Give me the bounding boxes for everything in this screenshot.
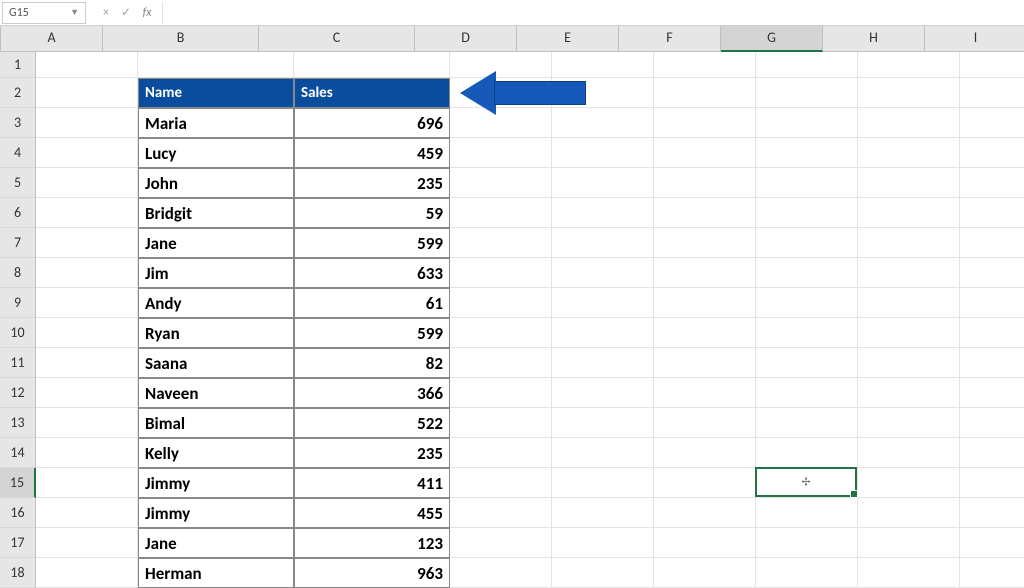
column-header-C[interactable]: C xyxy=(259,26,415,52)
table-cell-name[interactable]: Jimmy xyxy=(138,468,294,498)
fx-icon[interactable]: fx xyxy=(136,6,158,20)
row-header-3[interactable]: 3 xyxy=(0,108,36,138)
table-cell-name[interactable]: John xyxy=(138,168,294,198)
table-cell-name[interactable]: Bridgit xyxy=(138,198,294,228)
table-cell-sales[interactable]: 235 xyxy=(294,168,450,198)
row-header-17[interactable]: 17 xyxy=(0,528,36,558)
column-header-I[interactable]: I xyxy=(925,26,1024,52)
row-header-6[interactable]: 6 xyxy=(0,198,36,228)
table-cell-name[interactable]: Kelly xyxy=(138,438,294,468)
table-cell-name[interactable]: Herman xyxy=(138,558,294,588)
table-cell-sales[interactable]: 123 xyxy=(294,528,450,558)
table-cell-name[interactable]: Maria xyxy=(138,108,294,138)
table-cell-sales[interactable]: 235 xyxy=(294,438,450,468)
table-cell-sales[interactable]: 963 xyxy=(294,558,450,588)
row-header-8[interactable]: 8 xyxy=(0,258,36,288)
row-header-5[interactable]: 5 xyxy=(0,168,36,198)
row-header-13[interactable]: 13 xyxy=(0,408,36,438)
column-headers: ABCDEFGHI xyxy=(1,26,1024,52)
name-box-dropdown-icon[interactable]: ▼ xyxy=(70,2,79,24)
table-cell-name[interactable]: Jane xyxy=(138,528,294,558)
column-header-D[interactable]: D xyxy=(415,26,517,52)
table-cell-sales[interactable]: 366 xyxy=(294,378,450,408)
table-cell-sales[interactable]: 599 xyxy=(294,318,450,348)
row-header-1[interactable]: 1 xyxy=(0,52,36,78)
row-headers: 123456789101112131415161718 xyxy=(0,52,36,588)
formula-bar: G15 ▼ × ✓ fx xyxy=(0,0,1024,26)
column-header-A[interactable]: A xyxy=(1,26,103,52)
row-header-4[interactable]: 4 xyxy=(0,138,36,168)
table-cell-name[interactable]: Bimal xyxy=(138,408,294,438)
row-header-12[interactable]: 12 xyxy=(0,378,36,408)
table-cell-name[interactable]: Lucy xyxy=(138,138,294,168)
table-cell-sales[interactable]: 411 xyxy=(294,468,450,498)
table-header-name[interactable]: Name xyxy=(138,78,294,108)
column-header-G[interactable]: G xyxy=(721,26,823,52)
table-cell-sales[interactable]: 59 xyxy=(294,198,450,228)
row-header-11[interactable]: 11 xyxy=(0,348,36,378)
row-header-9[interactable]: 9 xyxy=(0,288,36,318)
table-cell-sales[interactable]: 633 xyxy=(294,258,450,288)
formula-input[interactable] xyxy=(162,2,1024,24)
formula-confirm-icon: ✓ xyxy=(116,5,136,20)
table-cell-name[interactable]: Jimmy xyxy=(138,498,294,528)
row-header-7[interactable]: 7 xyxy=(0,228,36,258)
row-header-10[interactable]: 10 xyxy=(0,318,36,348)
table-cell-sales[interactable]: 696 xyxy=(294,108,450,138)
cell-grid[interactable]: NameSalesMaria696Lucy459John235Bridgit59… xyxy=(36,52,1024,588)
name-box[interactable]: G15 ▼ xyxy=(2,2,86,24)
table-cell-name[interactable]: Saana xyxy=(138,348,294,378)
row-header-15[interactable]: 15 xyxy=(0,468,36,498)
column-header-E[interactable]: E xyxy=(517,26,619,52)
table-cell-sales[interactable]: 61 xyxy=(294,288,450,318)
table-cell-sales[interactable]: 599 xyxy=(294,228,450,258)
table-cell-sales[interactable]: 82 xyxy=(294,348,450,378)
row-header-16[interactable]: 16 xyxy=(0,498,36,528)
table-cell-name[interactable]: Jim xyxy=(138,258,294,288)
row-header-2[interactable]: 2 xyxy=(0,78,36,108)
column-header-F[interactable]: F xyxy=(619,26,721,52)
formula-cancel-icon: × xyxy=(96,6,116,20)
table-cell-name[interactable]: Naveen xyxy=(138,378,294,408)
table-cell-name[interactable]: Ryan xyxy=(138,318,294,348)
table-header-sales[interactable]: Sales xyxy=(294,78,450,108)
column-header-B[interactable]: B xyxy=(103,26,259,52)
column-header-H[interactable]: H xyxy=(823,26,925,52)
row-header-18[interactable]: 18 xyxy=(0,558,36,588)
table-cell-sales[interactable]: 455 xyxy=(294,498,450,528)
table-cell-sales[interactable]: 522 xyxy=(294,408,450,438)
table-cell-name[interactable]: Andy xyxy=(138,288,294,318)
table-cell-sales[interactable]: 459 xyxy=(294,138,450,168)
name-box-value: G15 xyxy=(9,2,29,24)
table-cell-name[interactable]: Jane xyxy=(138,228,294,258)
row-header-14[interactable]: 14 xyxy=(0,438,36,468)
